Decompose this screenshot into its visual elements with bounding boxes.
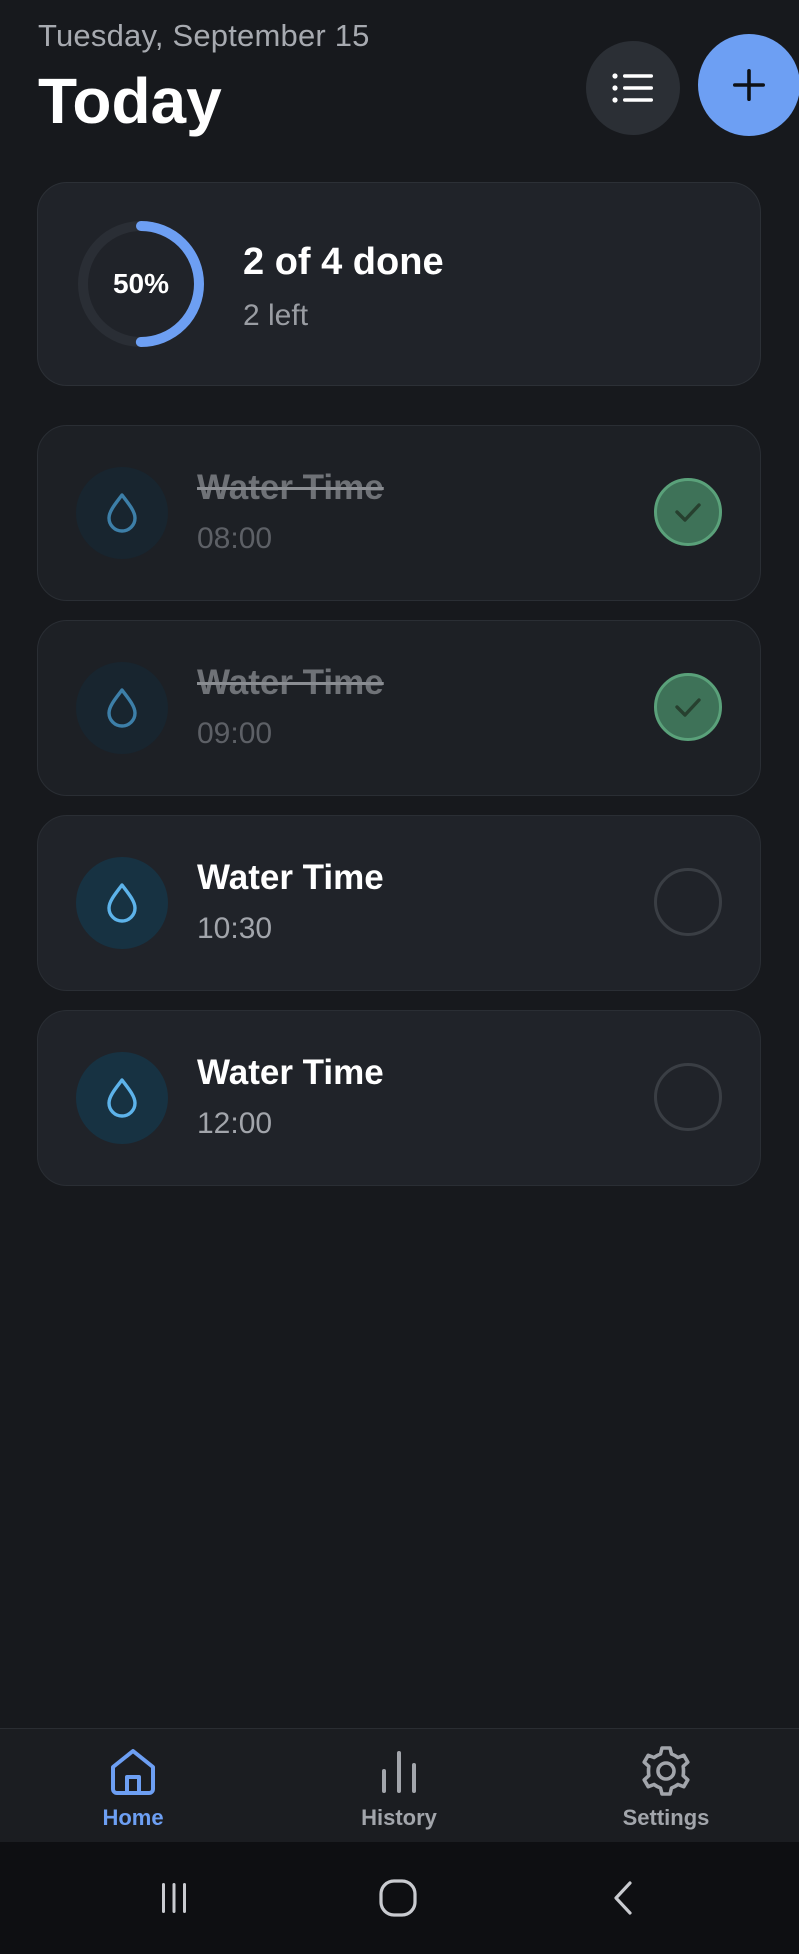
nav-settings[interactable]: Settings [566, 1743, 766, 1839]
task-card[interactable]: Water Time 08:00 [37, 425, 761, 601]
water-drop-icon [107, 493, 137, 533]
recent-apps-button[interactable] [144, 1868, 204, 1928]
task-title: Water Time [197, 858, 384, 897]
page-title: Today [38, 65, 222, 137]
task-card[interactable]: Water Time 12:00 [37, 1010, 761, 1186]
task-time: 12:00 [197, 1107, 273, 1140]
task-checkbox[interactable] [654, 478, 722, 546]
bar-chart-icon [371, 1743, 427, 1799]
task-title: Water Time [197, 663, 384, 702]
task-title: Water Time [197, 468, 384, 507]
nav-history[interactable]: History [299, 1743, 499, 1839]
task-checkbox[interactable] [654, 1063, 722, 1131]
task-checkbox[interactable] [654, 673, 722, 741]
water-drop-badge [76, 662, 168, 754]
water-drop-badge [76, 467, 168, 559]
progress-percent: 50% [112, 268, 170, 299]
header: Tuesday, September 15 Today [38, 14, 799, 137]
system-navigation-bar [0, 1842, 799, 1954]
nav-label: Settings [622, 1805, 710, 1830]
nav-home[interactable]: Home [33, 1743, 233, 1839]
task-card[interactable]: Water Time 09:00 [37, 620, 761, 796]
water-drop-icon [107, 883, 137, 923]
done-count: 2 of 4 done [243, 241, 444, 283]
add-reminder-button[interactable] [698, 34, 799, 136]
check-icon [675, 698, 701, 717]
water-drop-badge [76, 1052, 168, 1144]
task-time: 09:00 [197, 717, 273, 750]
task-title: Water Time [197, 1053, 384, 1092]
progress-summary-card: 50% 2 of 4 done 2 left [37, 182, 761, 386]
gear-icon [638, 1743, 694, 1799]
date-label: Tuesday, September 15 [38, 18, 370, 53]
list-icon [612, 73, 653, 103]
back-chevron-icon [614, 1881, 632, 1915]
task-time: 10:30 [197, 912, 273, 945]
back-button[interactable] [594, 1868, 654, 1928]
nav-label: History [361, 1805, 437, 1830]
water-drop-icon [107, 1078, 137, 1118]
home-icon [105, 1743, 161, 1799]
bottom-navigation: Home History Settings [0, 1728, 799, 1843]
water-drop-icon [107, 688, 137, 728]
nav-label: Home [102, 1805, 164, 1830]
home-system-button[interactable] [368, 1868, 428, 1928]
task-time: 08:00 [197, 522, 273, 555]
recent-apps-icon [162, 1883, 186, 1913]
plus-icon [733, 69, 765, 101]
list-view-button[interactable] [586, 41, 680, 135]
home-circle-icon [379, 1879, 417, 1917]
water-drop-badge [76, 857, 168, 949]
task-checkbox[interactable] [654, 868, 722, 936]
task-card[interactable]: Water Time 10:30 [37, 815, 761, 991]
check-icon [675, 503, 701, 522]
remaining-count: 2 left [243, 299, 309, 332]
